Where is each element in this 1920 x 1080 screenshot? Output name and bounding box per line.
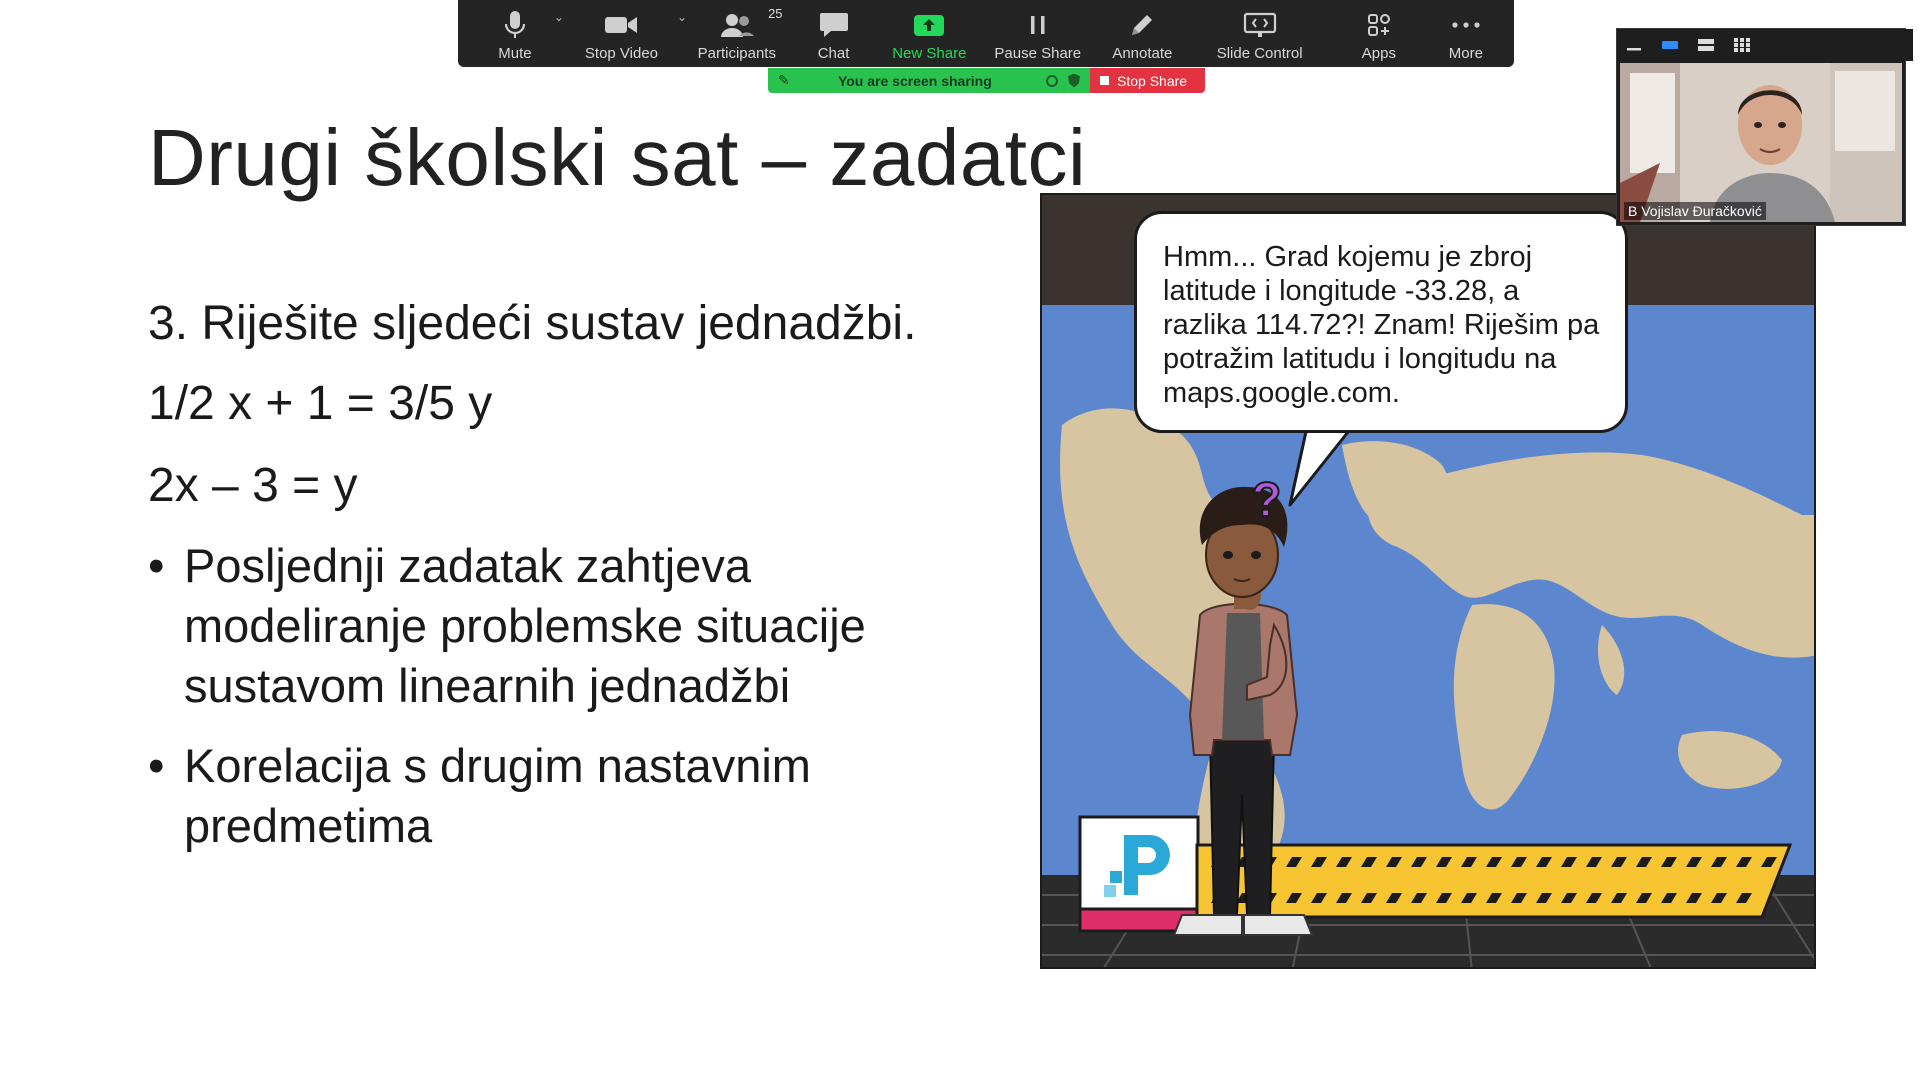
apps-icon	[1359, 7, 1399, 43]
question-mark: ?	[1251, 473, 1282, 528]
slide-bullet-list: Posljednji zadatak zahtjeva modeliranje …	[148, 536, 968, 876]
video-camera-icon	[601, 7, 641, 43]
annotate-label: Annotate	[1112, 45, 1173, 62]
pause-share-button[interactable]: Pause Share	[982, 0, 1093, 67]
participant-video-tile[interactable]: B Vojislav Đuračković	[1616, 28, 1913, 226]
stop-icon	[1100, 76, 1109, 85]
slide-control-button[interactable]: Slide Control	[1191, 0, 1328, 67]
participants-label: Participants	[697, 45, 776, 62]
microphone-icon	[495, 7, 535, 43]
participant-count: 25	[768, 6, 783, 21]
webcam-image	[1620, 63, 1902, 222]
equation-2: 2x – 3 = y	[148, 459, 358, 512]
bullet-item: Posljednji zadatak zahtjeva modeliranje …	[148, 536, 968, 716]
pause-icon	[1018, 7, 1058, 43]
mute-label: Mute	[498, 45, 532, 62]
equation-1: 1/2 x + 1 = 3/5 y	[148, 377, 493, 430]
chat-icon	[814, 7, 854, 43]
slide-title: Drugi školski sat – zadatci	[148, 113, 1087, 202]
bullet-item: Korelacija s drugim nastavnim predmetima	[148, 736, 968, 856]
more-label: More	[1448, 45, 1483, 62]
participant-name: B Vojislav Đuračković	[1624, 202, 1766, 220]
comic-illustration: ? Hmm... Grad kojemu je zbroj latitude i…	[1040, 193, 1816, 969]
apps-button[interactable]: Apps	[1328, 0, 1430, 67]
participants-icon	[717, 7, 757, 43]
annotate-button[interactable]: Annotate	[1094, 0, 1192, 67]
slide-control-icon	[1240, 7, 1280, 43]
mute-button[interactable]: Mute ⌄	[470, 0, 564, 67]
stop-share-button[interactable]: Stop Share	[1090, 68, 1205, 93]
stop-video-button[interactable]: Stop Video ⌄	[560, 0, 687, 67]
stacked-view-icon[interactable]	[1697, 38, 1715, 52]
pause-share-label: Pause Share	[994, 45, 1082, 62]
single-view-icon[interactable]	[1661, 38, 1679, 52]
drag-handle-icon[interactable]: ✎	[778, 72, 790, 89]
pencil-icon	[1122, 7, 1162, 43]
zoom-meeting-toolbar: Mute ⌄ Stop Video ⌄ Participants 25 Chat…	[458, 0, 1514, 67]
record-status-icon	[1046, 74, 1058, 87]
more-icon	[1446, 7, 1486, 43]
sharing-status[interactable]: ✎ You are screen sharing	[768, 68, 1090, 93]
share-screen-icon	[909, 7, 949, 43]
apps-label: Apps	[1361, 45, 1396, 62]
sharing-message: You are screen sharing	[837, 72, 992, 89]
pixton-logo	[1078, 815, 1200, 933]
video-tile-controls	[1617, 29, 1913, 61]
stop-video-label: Stop Video	[584, 45, 659, 62]
chat-button[interactable]: Chat	[791, 0, 877, 67]
speech-bubble: Hmm... Grad kojemu je zbroj latitude i l…	[1134, 211, 1628, 433]
gallery-view-icon[interactable]	[1733, 38, 1751, 52]
more-button[interactable]: More	[1430, 0, 1502, 67]
warning-stripe	[1195, 843, 1793, 919]
stop-share-label: Stop Share	[1117, 72, 1188, 89]
task-heading: 3. Riješite sljedeći sustav jednadžbi.	[148, 297, 917, 350]
chat-label: Chat	[817, 45, 850, 62]
screen-sharing-banner: ✎ You are screen sharing Stop Share	[768, 68, 1205, 93]
new-share-label: New Share	[892, 45, 967, 62]
participants-button[interactable]: Participants 25	[683, 0, 791, 67]
slide-control-label: Slide Control	[1216, 45, 1303, 62]
new-share-button[interactable]: New Share	[877, 0, 983, 67]
webcam-feed: B Vojislav Đuračković	[1620, 63, 1902, 222]
minimize-icon[interactable]	[1625, 38, 1643, 52]
shield-icon	[1068, 73, 1080, 88]
